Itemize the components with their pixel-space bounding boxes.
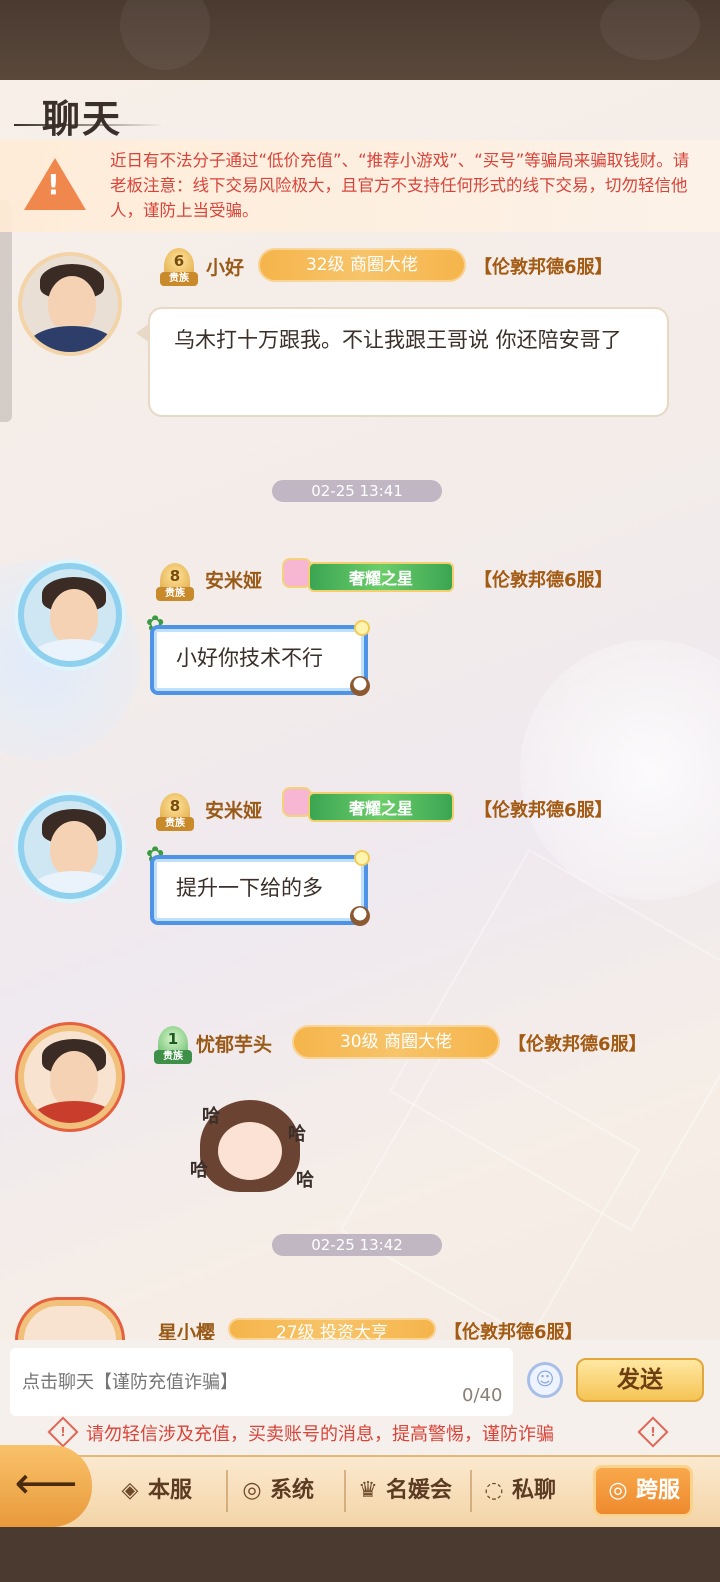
noble-rank-badge: 8 贵族	[156, 563, 194, 601]
title-badge: 奢耀之星	[308, 792, 454, 822]
chat-bubble[interactable]: 提升一下给的多	[150, 855, 368, 925]
chat-icon: ◌	[484, 1478, 504, 1503]
username[interactable]: 安米娅	[205, 566, 262, 593]
username[interactable]: 小好	[206, 253, 244, 280]
timestamp: 02-25 13:41	[272, 480, 442, 502]
level-badge: 27级 投资大亨	[228, 1318, 436, 1340]
server-label: 【伦敦邦德6服】	[474, 570, 613, 591]
username[interactable]: 安米娅	[205, 796, 262, 823]
server-label: 【伦敦邦德6服】	[508, 1034, 647, 1055]
avatar[interactable]	[18, 795, 122, 899]
page-title: 聊天	[42, 97, 123, 141]
chat-input[interactable]	[10, 1348, 513, 1416]
globe-icon: ◎	[242, 1478, 262, 1503]
chat-bubble[interactable]: 乌木打十万跟我。不让我跟王哥说 你还陪安哥了	[136, 307, 669, 417]
server-label: 【伦敦邦德6服】	[474, 800, 613, 821]
avatar[interactable]	[18, 1025, 122, 1129]
server-label: 【伦敦邦德6服】	[474, 257, 613, 278]
flower-icon	[354, 620, 370, 636]
avatar[interactable]	[18, 252, 122, 356]
side-handle[interactable]	[0, 200, 12, 422]
tab-private-chat[interactable]: ◌ 私聊	[482, 1468, 556, 1514]
flower-icon	[354, 850, 370, 866]
globe-icon: ◎	[608, 1478, 628, 1503]
avatar[interactable]	[18, 563, 122, 667]
char-counter: 0/40	[462, 1385, 503, 1406]
scam-notice-text: 近日有不法分子通过“低价充值”、“推荐小游戏”、“买号”等骗局来骗取钱财。请老板…	[110, 151, 690, 220]
noble-rank-badge: 8 贵族	[156, 793, 194, 831]
level-badge: 32级 商圈大佬	[258, 248, 466, 282]
tab-divider	[470, 1470, 472, 1512]
decor-circle	[120, 0, 210, 70]
tab-system[interactable]: ◎ 系统	[240, 1468, 314, 1514]
diamond-icon: ◈	[121, 1478, 139, 1503]
tab-socialite-club[interactable]: ♛ 名媛会	[356, 1468, 452, 1514]
title-badge: 奢耀之星	[308, 562, 454, 592]
bottom-bar	[0, 1527, 720, 1582]
chat-bubble[interactable]: 小好你技术不行	[150, 625, 368, 695]
coconut-icon	[350, 906, 370, 926]
top-bar	[0, 0, 720, 80]
laughing-sticker[interactable]: 哈 哈 哈 哈	[180, 1090, 320, 1200]
username[interactable]: 星小樱	[158, 1318, 215, 1340]
level-badge: 30级 商圈大佬	[292, 1025, 500, 1059]
tab-cross-server[interactable]: ◎ 跨服	[596, 1468, 691, 1514]
smile-icon[interactable]: ☺	[527, 1362, 563, 1398]
timestamp: 02-25 13:42	[272, 1234, 442, 1256]
warning-text: 请勿轻信涉及充值，买卖账号的消息，提高警惕，谨防诈骗	[86, 1424, 554, 1445]
decor-circle	[600, 0, 700, 60]
back-arrow-icon[interactable]: ⟵	[0, 1445, 92, 1527]
username[interactable]: 忧郁芋头	[196, 1030, 272, 1057]
tab-divider	[226, 1470, 228, 1512]
exclamation-icon: !	[47, 168, 60, 201]
noble-rank-badge: 1 贵族	[154, 1026, 192, 1064]
tab-divider	[344, 1470, 346, 1512]
send-button[interactable]: 发送	[576, 1358, 704, 1402]
tab-local-server[interactable]: ◈ 本服	[118, 1468, 192, 1514]
noble-rank-badge: 6 贵族	[160, 248, 198, 286]
crown-icon: ♛	[358, 1478, 378, 1503]
server-label: 【伦敦邦德6服】	[444, 1322, 583, 1340]
title-underline	[14, 124, 164, 126]
coconut-icon	[350, 676, 370, 696]
